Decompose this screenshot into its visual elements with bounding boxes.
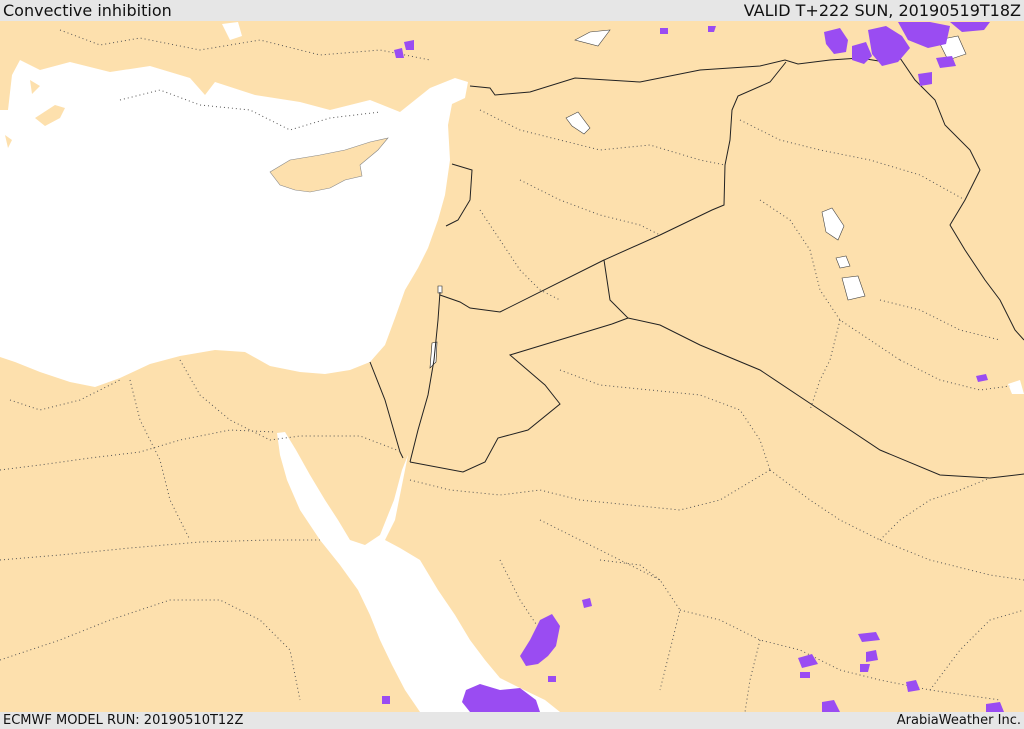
model-run-label: ECMWF MODEL RUN: 20190510T12Z — [3, 713, 244, 728]
footer-bar: ECMWF MODEL RUN: 20190510T12Z ArabiaWeat… — [0, 712, 1024, 729]
credit-label: ArabiaWeather Inc. — [896, 713, 1021, 728]
header-bar: Convective inhibition VALID T+222 SUN, 2… — [0, 0, 1024, 21]
map-canvas — [0, 21, 1024, 712]
valid-time: VALID T+222 SUN, 20190519T18Z — [743, 1, 1021, 20]
sea-of-galilee — [437, 285, 443, 294]
map-title: Convective inhibition — [3, 1, 172, 20]
